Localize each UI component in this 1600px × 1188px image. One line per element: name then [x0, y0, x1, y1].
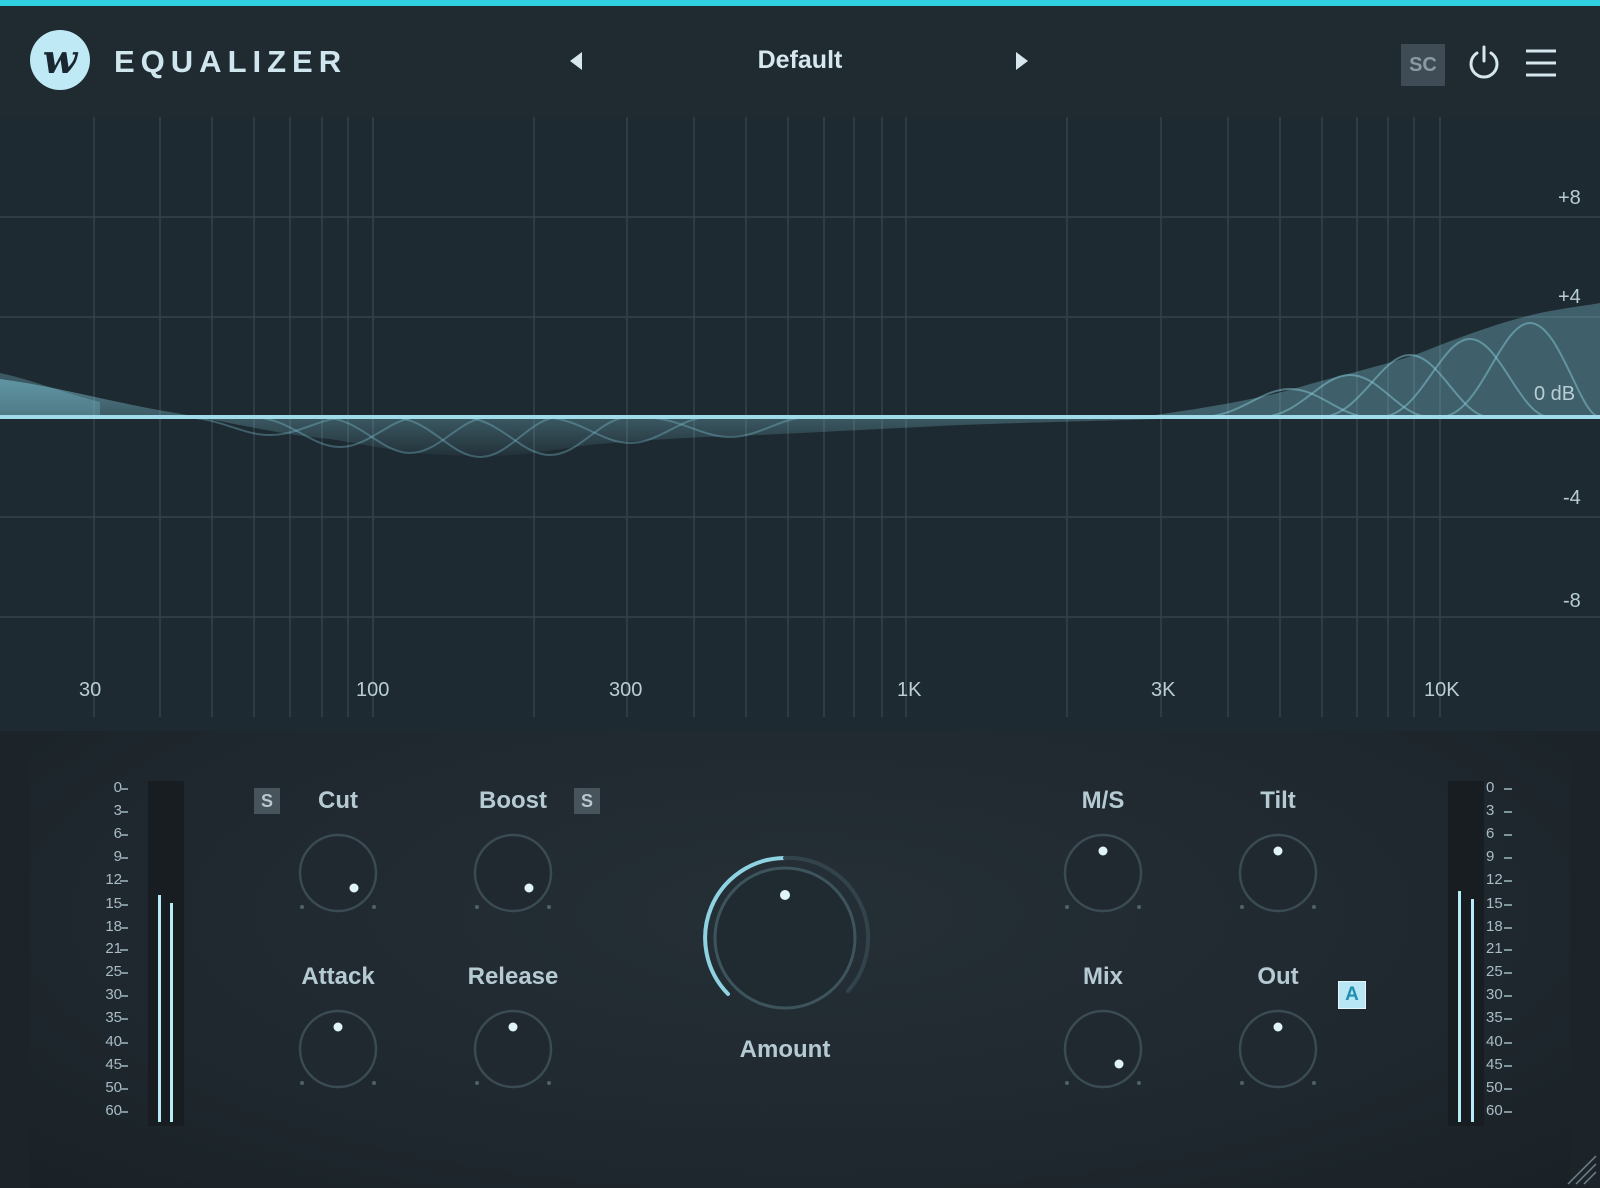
meter-tick: 18	[1486, 918, 1503, 935]
db-label-zero: 0 dB	[1534, 383, 1576, 405]
power-button[interactable]	[1466, 44, 1502, 80]
meter-tick: 35	[1486, 1009, 1503, 1026]
cut-label: Cut	[318, 787, 358, 814]
tilt-knob[interactable]	[1234, 829, 1322, 917]
meter-tick: 60	[1486, 1102, 1503, 1119]
meter-tick: 15	[1486, 895, 1503, 912]
attack-label: Attack	[301, 963, 375, 990]
ms-label: M/S	[1081, 787, 1125, 814]
input-level-meter	[120, 781, 184, 1126]
meter-tick: 21	[1486, 940, 1503, 957]
meter-tick: 50	[1486, 1079, 1503, 1096]
out-auto-gain-button[interactable]: A	[1338, 981, 1366, 1009]
control-panel: 0 3 6 9 12 15 18 21 25 30 35 40 45 50 60	[0, 731, 1600, 1188]
boost-knob[interactable]	[469, 829, 557, 917]
app-title: EQUALIZER	[114, 44, 348, 79]
mix-label: Mix	[1082, 963, 1123, 990]
meter-tick: 30	[1486, 986, 1503, 1003]
out-label: Out	[1257, 963, 1299, 990]
caret-left-icon	[570, 52, 582, 70]
freq-label-1k: 1K	[897, 679, 922, 701]
meter-tick: 6	[1486, 825, 1495, 842]
meter-tick: 3	[1486, 802, 1495, 819]
db-label-plus4: +4	[1558, 286, 1581, 308]
meter-tick: 45	[1486, 1056, 1503, 1073]
freq-label-300: 300	[609, 679, 643, 701]
attack-knob[interactable]	[294, 1005, 382, 1093]
amount-label: Amount	[739, 1036, 831, 1063]
eq-grid-and-curve	[0, 117, 1600, 717]
boost-label: Boost	[479, 787, 547, 814]
release-knob[interactable]	[469, 1005, 557, 1093]
eq-graph[interactable]: +8 +4 0 dB -4 -8 30 100 300 1K 3K 10K	[0, 117, 1600, 731]
power-icon	[1469, 45, 1499, 79]
control-panel-inner: 0 3 6 9 12 15 18 21 25 30 35 40 45 50 60	[30, 731, 1570, 1188]
cut-knob[interactable]	[294, 829, 382, 917]
preset-name[interactable]: Default	[700, 46, 900, 75]
preset-prev-button[interactable]	[560, 44, 594, 78]
resize-grip-icon[interactable]	[1564, 1150, 1598, 1186]
out-knob[interactable]	[1234, 1005, 1322, 1093]
freq-label-10k: 10K	[1424, 679, 1460, 701]
sidechain-button[interactable]: SC	[1401, 44, 1445, 86]
meter-tick: 40	[1486, 1033, 1503, 1050]
amount-knob[interactable]	[698, 851, 872, 1025]
release-label: Release	[467, 963, 559, 990]
menu-button[interactable]	[1524, 48, 1558, 78]
ms-knob[interactable]	[1059, 829, 1147, 917]
mix-knob[interactable]	[1059, 1005, 1147, 1093]
freq-label-30: 30	[79, 679, 102, 701]
meter-tick: 25	[1486, 963, 1503, 980]
tilt-label: Tilt	[1260, 787, 1296, 814]
meter-tick: 9	[1486, 848, 1495, 865]
db-label-minus4: -4	[1563, 487, 1581, 509]
header-bar: w EQUALIZER Default SC	[0, 6, 1600, 118]
hamburger-menu-icon	[1526, 49, 1556, 77]
meter-tick: 0	[1486, 779, 1495, 796]
meter-tick: 12	[1486, 871, 1503, 888]
freq-label-3k: 3K	[1151, 679, 1176, 701]
db-label-plus8: +8	[1558, 187, 1581, 209]
caret-right-icon	[1016, 52, 1028, 70]
preset-next-button[interactable]	[1004, 44, 1038, 78]
boost-curve-area	[1140, 303, 1600, 417]
boost-solo-button[interactable]: S	[574, 788, 600, 814]
logo-w-icon: w	[30, 30, 90, 90]
db-label-minus8: -8	[1563, 590, 1581, 612]
freq-label-100: 100	[356, 679, 390, 701]
